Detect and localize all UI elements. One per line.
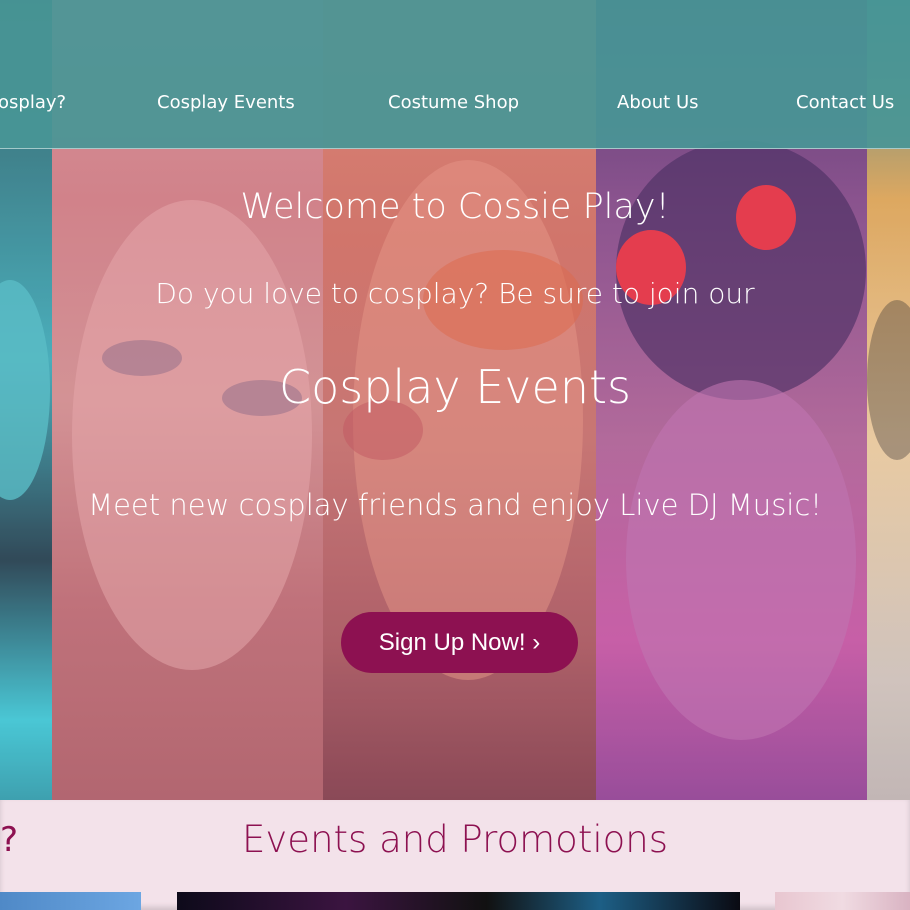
hero-welcome-heading: Welcome to Cossie Play! — [240, 187, 670, 227]
hero-tagline: Meet new cosplay friends and enjoy Live … — [88, 488, 822, 522]
hero-intro-text: Do you love to cosplay? Be sure to join … — [155, 277, 755, 310]
promo-thumbnail-3[interactable] — [775, 892, 910, 910]
promo-thumbnail-1[interactable] — [0, 892, 141, 910]
nav-item-contact-us[interactable]: Contact Us — [796, 92, 894, 113]
sign-up-button[interactable]: Sign Up Now! › — [341, 612, 578, 673]
events-section-title: Events and Promotions — [242, 818, 668, 861]
nav-item-cosplay-events[interactable]: Cosplay Events — [157, 92, 295, 113]
promo-thumbnail-2[interactable] — [177, 892, 740, 910]
nav-item-costume-shop[interactable]: Costume Shop — [388, 92, 519, 113]
hero-events-heading: Cosplay Events — [279, 360, 631, 414]
nav-item-about-us[interactable]: About Us — [617, 92, 699, 113]
top-navigation: osplay? Cosplay Events Costume Shop Abou… — [0, 0, 910, 149]
nav-item-what-is-cosplay[interactable]: osplay? — [0, 92, 66, 113]
